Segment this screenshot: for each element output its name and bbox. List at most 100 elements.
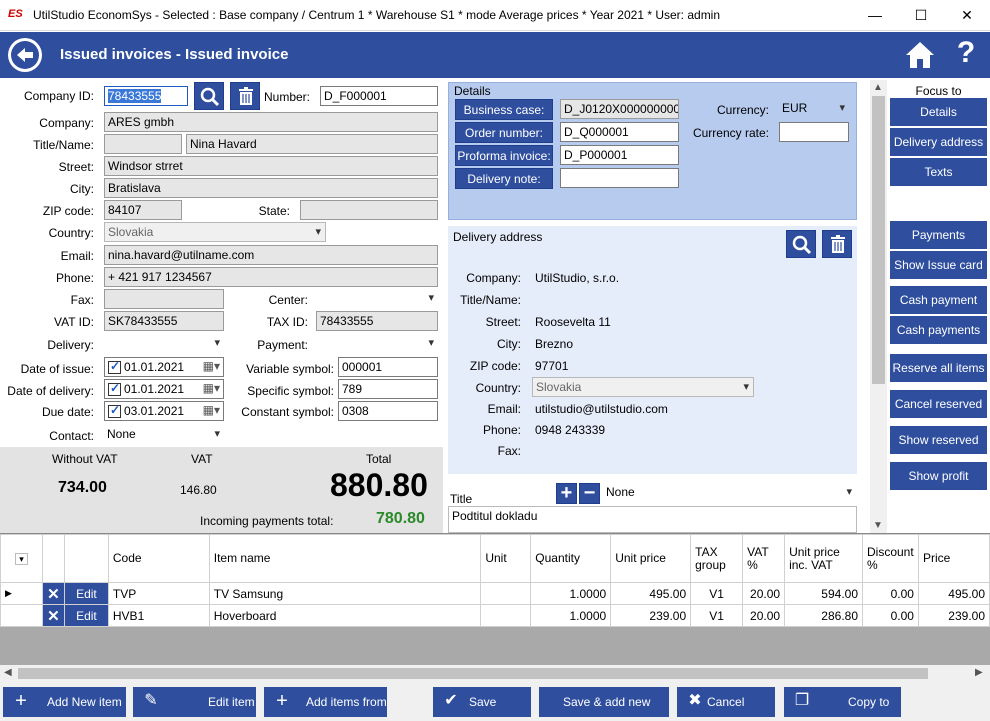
home-button[interactable] xyxy=(902,38,938,72)
due-date-checkbox[interactable] xyxy=(108,403,121,419)
side-cancel-reserved-button[interactable]: Cancel reserved xyxy=(890,390,987,418)
cell-quantity[interactable]: 1.0000 xyxy=(530,582,612,605)
proforma-invoice-button[interactable]: Proforma invoice: xyxy=(455,145,553,166)
side-payments-button[interactable]: Payments xyxy=(890,221,987,249)
email-input[interactable]: nina.havard@utilname.com xyxy=(104,245,438,265)
business-case-input[interactable]: D_J0120X0000000001 xyxy=(560,99,679,119)
delete-row-button[interactable]: ✕ xyxy=(41,604,65,627)
cell-unit-price-vat[interactable]: 594.00 xyxy=(784,582,863,605)
cell-unit[interactable] xyxy=(480,604,532,627)
delete-delivery-button[interactable] xyxy=(822,230,852,258)
zip-input[interactable]: 84107 xyxy=(104,200,182,220)
chevron-down-icon[interactable]: ▼ xyxy=(873,520,883,531)
edit-row-button[interactable]: Edit xyxy=(63,582,109,605)
vat-id-input[interactable]: SK78433555 xyxy=(104,311,224,331)
add-items-from-button[interactable]: + Add items from xyxy=(264,687,387,717)
cell-price[interactable]: 239.00 xyxy=(917,604,990,627)
delete-company-button[interactable] xyxy=(230,82,260,110)
side-reserve-all-items-button[interactable]: Reserve all items xyxy=(890,354,987,382)
header-unit-price-vat[interactable]: Unit price inc. VAT xyxy=(784,534,863,583)
chevron-down-icon[interactable]: ▾ xyxy=(15,552,28,565)
street-input[interactable]: Windsor strret xyxy=(104,156,438,176)
business-case-button[interactable]: Business case: xyxy=(455,99,553,120)
chevron-left-icon[interactable]: ◀ xyxy=(4,667,12,678)
grid-horizontal-scrollbar[interactable]: ◀ ▶ xyxy=(0,665,990,682)
date-of-issue-picker[interactable]: 01.01.2021 ▦▾ xyxy=(104,357,224,377)
header-unit-price[interactable]: Unit price xyxy=(610,534,692,583)
cell-quantity[interactable]: 1.0000 xyxy=(530,604,612,627)
variable-symbol-input[interactable]: 000001 xyxy=(338,357,438,377)
header-code[interactable]: Code xyxy=(107,534,210,583)
name-input[interactable]: Nina Havard xyxy=(186,134,438,154)
payment-select[interactable] xyxy=(316,334,438,354)
remove-title-button[interactable]: − xyxy=(579,483,600,504)
cell-price[interactable]: 495.00 xyxy=(917,582,990,605)
save-button[interactable]: ✔ Save xyxy=(433,687,531,717)
proforma-invoice-input[interactable]: D_P000001 xyxy=(560,145,679,165)
header-quantity[interactable]: Quantity xyxy=(530,534,612,583)
side-scrollbar-thumb[interactable] xyxy=(872,96,885,384)
side-show-profit-button[interactable]: Show profit xyxy=(890,462,987,490)
header-tax-group[interactable]: TAX group xyxy=(690,534,744,583)
cell-unit-price[interactable]: 495.00 xyxy=(610,582,692,605)
header-vat[interactable]: VAT % xyxy=(742,534,786,583)
header-discount[interactable]: Discount % xyxy=(862,534,919,583)
side-delivery-address-button[interactable]: Delivery address xyxy=(890,128,987,156)
cell-item-name[interactable]: Hoverboard xyxy=(208,604,482,627)
state-input[interactable] xyxy=(300,200,438,220)
header-unit[interactable]: Unit xyxy=(480,534,532,583)
cell-item-name[interactable]: TV Samsung xyxy=(208,582,482,605)
side-show-reserved-button[interactable]: Show reserved xyxy=(890,426,987,454)
cell-unit-price-vat[interactable]: 286.80 xyxy=(784,604,863,627)
currency-rate-input[interactable] xyxy=(779,122,849,142)
maximize-button[interactable]: ☐ xyxy=(898,0,944,31)
header-item-name[interactable]: Item name xyxy=(208,534,482,583)
delivery-select[interactable] xyxy=(104,334,224,354)
contact-select[interactable]: None xyxy=(104,425,224,445)
city-input[interactable]: Bratislava xyxy=(104,178,438,198)
date-of-delivery-checkbox[interactable] xyxy=(108,381,121,397)
table-row[interactable]: ▶ ✕ Edit TVP TV Samsung 1.0000 495.00 V1… xyxy=(0,582,990,605)
table-row[interactable]: ✕ Edit HVB1 Hoverboard 1.0000 239.00 V1 … xyxy=(0,604,990,627)
fax-input[interactable] xyxy=(104,289,224,309)
side-cash-payments-button[interactable]: Cash payments xyxy=(890,316,987,344)
cell-discount[interactable]: 0.00 xyxy=(862,604,919,627)
center-select[interactable] xyxy=(316,289,438,309)
calendar-icon[interactable]: ▦▾ xyxy=(203,403,220,417)
save-and-add-new-button[interactable]: Save & add new xyxy=(539,687,669,717)
currency-select[interactable]: EUR xyxy=(779,99,849,119)
company-id-input[interactable]: 78433555 xyxy=(104,86,188,106)
delivery-country-select[interactable]: Slovakia xyxy=(532,377,754,397)
cell-vat[interactable]: 20.00 xyxy=(742,604,786,627)
back-button[interactable] xyxy=(8,38,42,72)
cancel-button[interactable]: ✖ Cancel xyxy=(677,687,775,717)
side-cash-payment-button[interactable]: Cash payment xyxy=(890,286,987,314)
edit-row-button[interactable]: Edit xyxy=(63,604,109,627)
delivery-note-input[interactable] xyxy=(560,168,679,188)
side-details-button[interactable]: Details xyxy=(890,98,987,126)
calendar-icon[interactable]: ▦▾ xyxy=(203,381,220,395)
edit-item-button[interactable]: ✎ Edit item xyxy=(133,687,256,717)
help-button[interactable]: ? xyxy=(952,36,980,72)
add-new-item-button[interactable]: + Add New item xyxy=(3,687,126,717)
specific-symbol-input[interactable]: 789 xyxy=(338,379,438,399)
header-price[interactable]: Price xyxy=(917,534,990,583)
column-chooser[interactable]: ▾ xyxy=(0,534,43,583)
chevron-right-icon[interactable]: ▶ xyxy=(975,667,983,678)
due-date-picker[interactable]: 03.01.2021 ▦▾ xyxy=(104,401,224,421)
side-show-issue-card-button[interactable]: Show Issue card xyxy=(890,251,987,279)
close-window-button[interactable]: ✕ xyxy=(944,0,990,31)
number-input[interactable]: D_F000001 xyxy=(320,86,438,106)
date-of-issue-checkbox[interactable] xyxy=(108,359,121,375)
title-select[interactable]: None xyxy=(603,483,856,503)
tax-id-input[interactable]: 78433555 xyxy=(316,311,438,331)
delete-row-button[interactable]: ✕ xyxy=(41,582,65,605)
search-delivery-button[interactable] xyxy=(786,230,816,258)
copy-to-button[interactable]: ❐ Copy to xyxy=(784,687,901,717)
cell-tax-group[interactable]: V1 xyxy=(690,582,744,605)
cell-code[interactable]: HVB1 xyxy=(107,604,210,627)
grid-scrollbar-thumb[interactable] xyxy=(18,668,928,679)
company-input[interactable]: ARES gmbh xyxy=(104,112,438,132)
phone-input[interactable]: + 421 917 1234567 xyxy=(104,267,438,287)
calendar-icon[interactable]: ▦▾ xyxy=(203,359,220,373)
